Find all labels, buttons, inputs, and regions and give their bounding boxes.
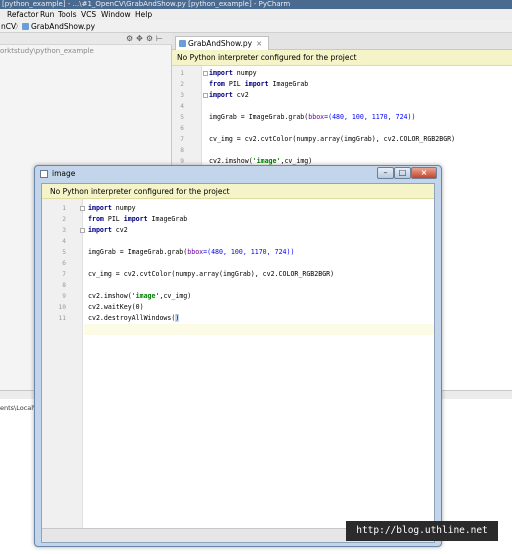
interpreter-warning: No Python interpreter configured for the… [42,184,434,199]
fold-marker-icon [80,228,85,233]
menu-tools[interactable]: Tools [58,9,76,20]
line-number: 8 [62,282,66,289]
line-number: 5 [180,114,184,121]
editor-tab-bar: GrabAndShow.py × [172,33,512,50]
line-number: 4 [180,103,184,110]
line-number: 2 [62,216,66,223]
breadcrumb-folder[interactable]: nCV [1,20,16,33]
project-root-path[interactable]: orktstudy\python_example [0,47,94,55]
image-window[interactable]: image – □ × No Python interpreter config… [34,165,442,547]
navigation-bar: nCV 〉 GrabAndShow.py [0,20,512,33]
window-icon [40,170,48,178]
line-number: 7 [180,136,184,143]
line-number: 6 [62,260,66,267]
watermark: http://blog.uthline.net [346,521,498,541]
interpreter-warning[interactable]: No Python interpreter configured for the… [172,50,512,66]
line-number: 6 [180,125,184,132]
tab-grabandshow[interactable]: GrabAndShow.py × [175,36,270,50]
close-tab-icon[interactable]: × [256,39,262,48]
python-file-icon [179,40,186,47]
breadcrumb-file[interactable]: GrabAndShow.py [22,20,95,33]
close-button[interactable]: × [411,167,437,179]
fold-marker-icon[interactable] [203,71,208,76]
maximize-button[interactable]: □ [394,167,411,179]
menu-run[interactable]: Run [40,9,54,20]
code-line: cv_img = cv2.cvtColor(numpy.array(imgGra… [209,135,456,143]
minimize-button[interactable]: – [377,167,394,179]
line-number: 2 [180,81,184,88]
gear-icon[interactable]: ⚙ [126,34,136,43]
code-line: import numpy [88,204,136,212]
code-line: from PIL import ImageGrab [88,215,188,223]
code-line: imgGrab = ImageGrab.grab(bbox=(480, 100,… [88,248,295,256]
menu-help[interactable]: Help [135,9,152,20]
captured-screen: No Python interpreter configured for the… [41,183,435,543]
menu-refactor[interactable]: Refactor [7,9,38,20]
line-number: 7 [62,271,66,278]
code-line: import cv2 [88,226,128,234]
tab-label: GrabAndShow.py [188,39,253,48]
current-line-highlight [84,324,434,335]
line-number: 3 [180,92,184,99]
line-number: 11 [58,315,66,322]
project-toolbar: ⚙✥⚙⊢ [126,34,166,43]
menu-window[interactable]: Window [101,9,131,20]
menu-vcs[interactable]: VCS [81,9,96,20]
code-line: from PIL import ImageGrab [209,80,309,88]
line-number: 10 [58,304,66,311]
settings-icon[interactable]: ⚙ [146,34,156,43]
line-number: 3 [62,227,66,234]
window-title: [python_example] - ...\#1_OpenCV\GrabAnd… [0,0,512,9]
code-line: imgGrab = ImageGrab.grab(bbox=(480, 100,… [209,113,416,121]
menu-bar: Refactor Run Tools VCS Window Help [0,9,512,20]
line-number: 8 [180,147,184,154]
fold-marker-icon[interactable] [203,93,208,98]
line-gutter: 1 2 3 4 5 6 7 8 9 10 11 [42,199,83,529]
hide-panel-icon[interactable]: ⊢ [156,34,166,43]
image-window-title: image [52,169,76,178]
fold-marker-icon [80,206,85,211]
line-number: 1 [62,205,66,212]
line-number: 9 [62,293,66,300]
code-line: cv2.imshow('image',cv_img) [88,292,192,300]
code-line: cv2.waitKey(0) [88,303,144,311]
code-line: import cv2 [209,91,249,99]
line-number: 1 [180,70,184,77]
line-number: 4 [62,238,66,245]
line-number: 5 [62,249,66,256]
code-line: cv2.destroyAllWindows() [88,314,180,322]
python-file-icon [22,23,29,30]
breadcrumb-file-label: GrabAndShow.py [31,22,96,31]
project-panel-header: ⚙✥⚙⊢ [0,33,172,45]
code-line: cv_img = cv2.cvtColor(numpy.array(imgGra… [88,270,335,278]
code-line: import numpy [209,69,257,77]
captured-code-editor: 1 2 3 4 5 6 7 8 9 10 11 import numpy fro… [42,199,434,542]
scroll-from-source-icon[interactable]: ✥ [136,34,146,43]
